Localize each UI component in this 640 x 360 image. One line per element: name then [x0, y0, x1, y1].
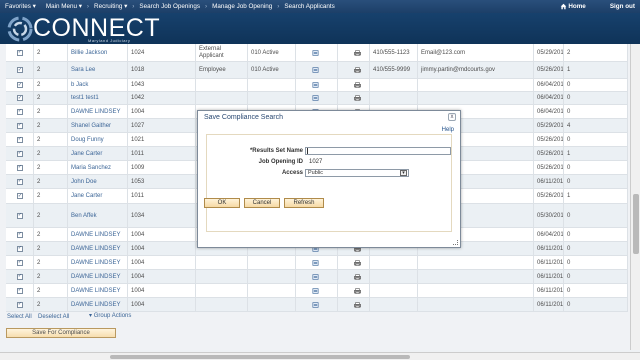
access-label: Access: [281, 170, 303, 176]
recruiting-label: Recruiting: [94, 3, 123, 10]
chevron-down-icon[interactable]: ▾: [400, 170, 407, 176]
vertical-scroll-thumb[interactable]: [633, 194, 639, 254]
breadcrumb-recruiting[interactable]: Recruiting ▾: [89, 3, 132, 10]
vertical-scrollbar[interactable]: [630, 44, 640, 350]
home-icon: [560, 3, 566, 10]
home-link[interactable]: Home: [555, 3, 591, 10]
save-compliance-dialog: Save Compliance Search x Help *Results S…: [197, 110, 461, 248]
results-set-name-label: *Results Set Name: [249, 148, 303, 154]
resize-handle[interactable]: [453, 240, 458, 245]
header-banner: CONNECT Maryland Judiciary: [0, 13, 640, 44]
home-label: Home: [568, 3, 586, 10]
job-opening-id-value: 1027: [309, 159, 323, 165]
main-menu-label: Main Menu: [45, 3, 77, 10]
access-select[interactable]: Public ▾: [305, 169, 409, 177]
breadcrumb-manage-job-opening[interactable]: Manage Job Opening: [207, 3, 277, 10]
favorites-label: Favorites: [5, 3, 31, 10]
dialog-body: *Results Set Name Job Opening ID 1027 Ac…: [204, 134, 452, 232]
help-link[interactable]: Help: [442, 127, 454, 133]
breadcrumb-search-applicants[interactable]: Search Applicants: [279, 3, 339, 10]
ok-button[interactable]: OK: [204, 198, 240, 208]
signout-link[interactable]: Sign out: [605, 3, 640, 10]
results-set-name-input[interactable]: [305, 147, 451, 155]
logo-swirl-icon: [7, 16, 33, 42]
top-nav: Favorites ▾ Main Menu ▾ › Recruiting ▾ ›…: [0, 0, 640, 13]
main-menu[interactable]: Main Menu ▾: [41, 3, 87, 10]
access-selected-value: Public: [308, 170, 323, 176]
brand-subtitle: Maryland Judiciary: [88, 38, 131, 43]
close-icon[interactable]: x: [448, 113, 456, 121]
horizontal-scrollbar[interactable]: [0, 352, 640, 360]
breadcrumb-search-job-openings[interactable]: Search Job Openings: [134, 3, 205, 10]
refresh-button[interactable]: Refresh: [284, 198, 324, 208]
job-opening-id-label: Job Opening ID: [258, 159, 303, 165]
cancel-button[interactable]: Cancel: [244, 198, 280, 208]
horizontal-scroll-thumb[interactable]: [110, 355, 410, 359]
favorites-menu[interactable]: Favorites ▾: [0, 3, 41, 10]
dialog-title: Save Compliance Search: [204, 114, 283, 121]
